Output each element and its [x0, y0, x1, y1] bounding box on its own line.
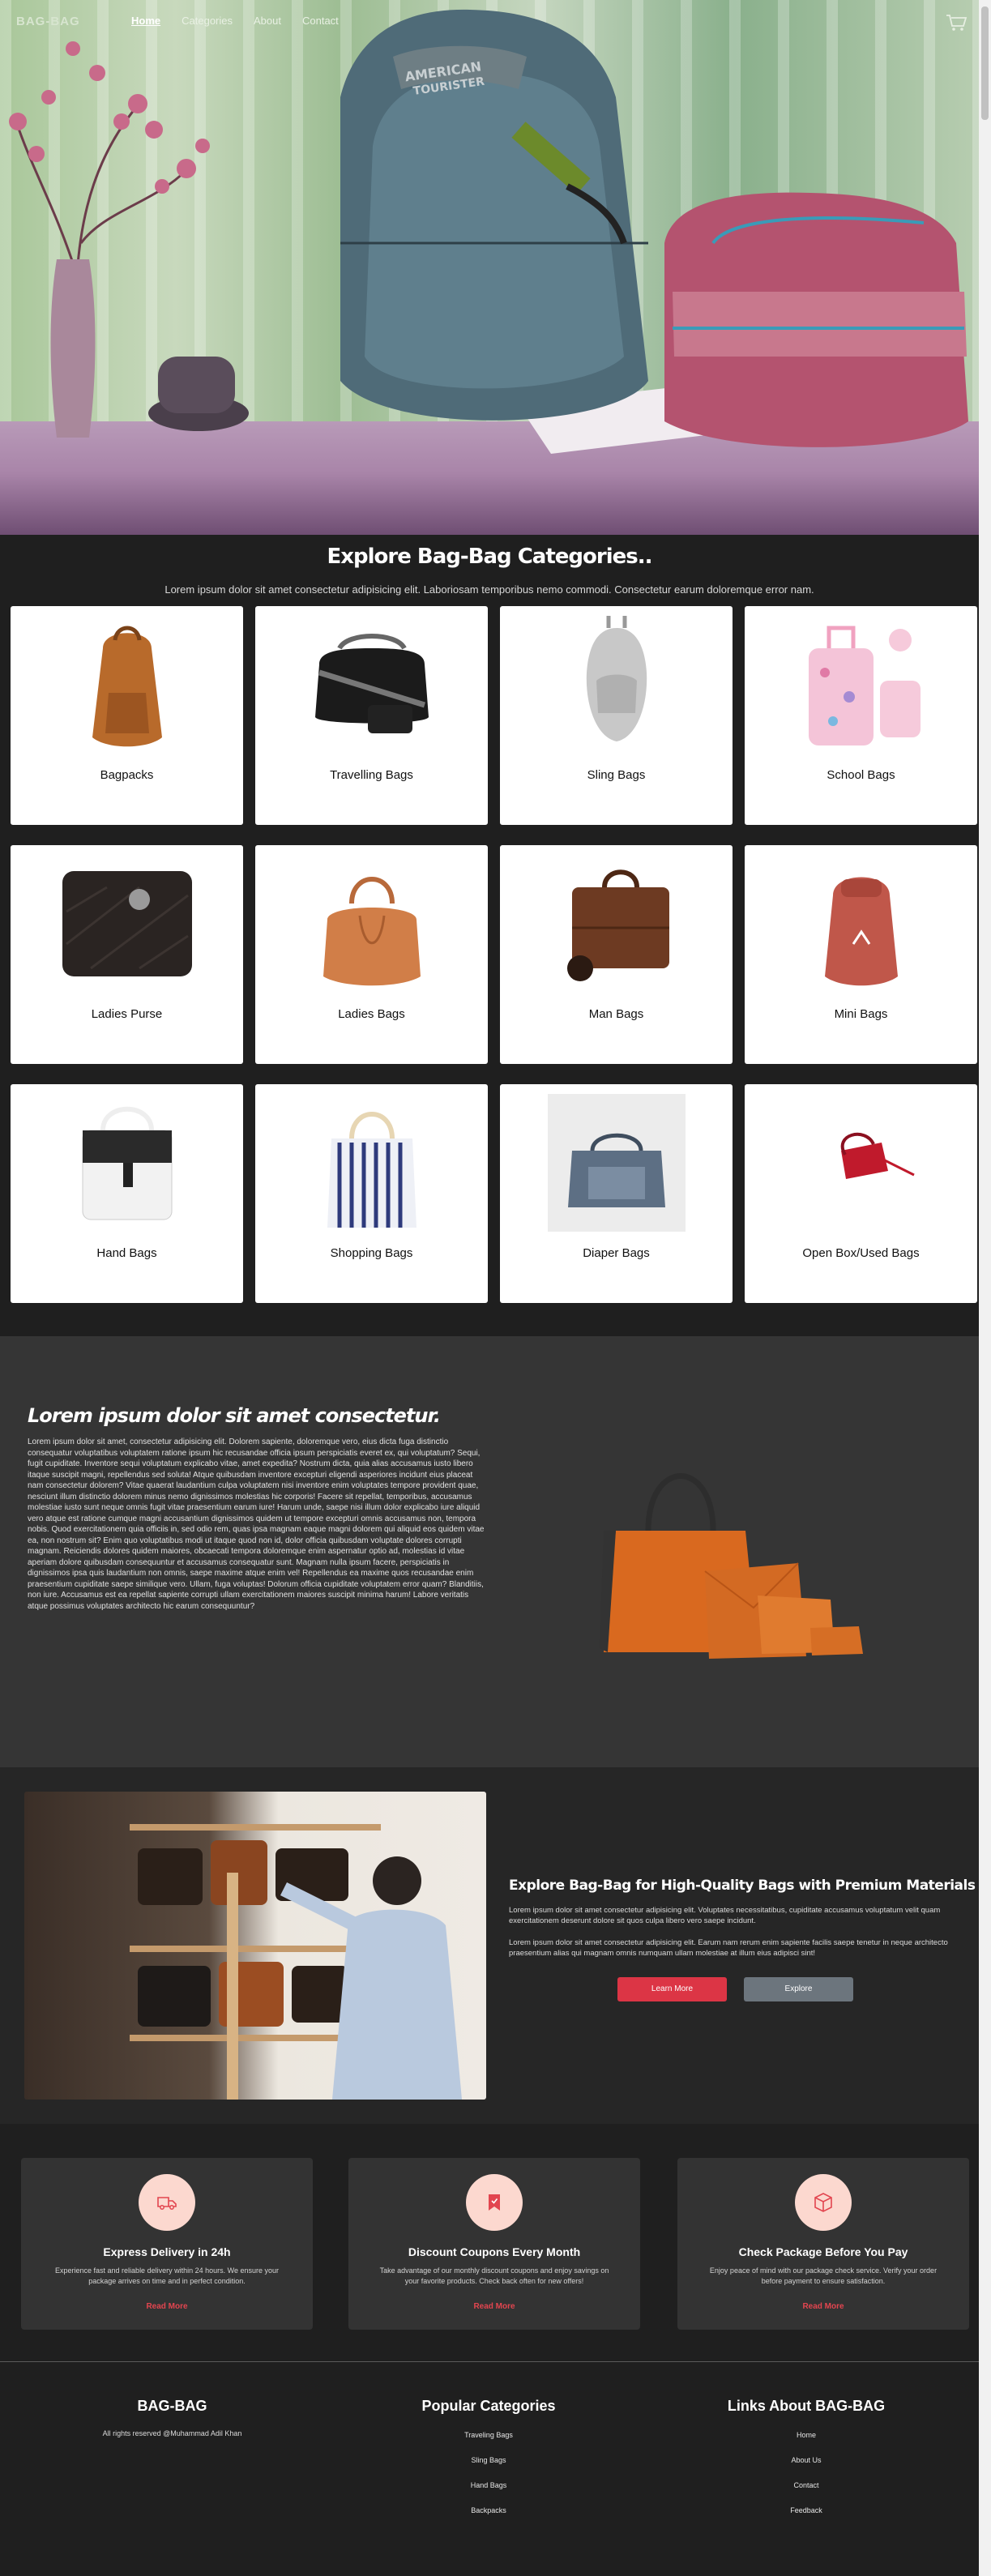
scrollbar-thumb[interactable]: [981, 6, 989, 120]
bagpack-image: [92, 626, 162, 747]
diaper-bag-image: [547, 1094, 686, 1232]
hero-image: AMERICAN TOURISTER: [9, 9, 968, 454]
categories-section: Explore Bag-Bag Categories.. Lorem ipsum…: [0, 535, 979, 1345]
orange-bag-set-image: [600, 1473, 863, 1659]
category-label: Man Bags: [588, 1007, 644, 1021]
feature-description: Experience fast and reliable delivery wi…: [55, 2266, 279, 2285]
category-card-bagpacks[interactable]: Bagpacks: [11, 606, 243, 825]
footer-links-column: Links About BAG-BAG Home About Us Contac…: [701, 2398, 912, 2530]
nav-link-contact[interactable]: Contact: [302, 15, 339, 27]
category-label: Mini Bags: [834, 1007, 888, 1021]
cart-icon[interactable]: [945, 11, 968, 34]
site-footer: BAG-BAG All rights reserved @Muhammad Ad…: [0, 2361, 979, 2576]
coupon-icon: [489, 2194, 500, 2211]
footer-links-heading: Links About BAG-BAG: [727, 2398, 886, 2414]
category-label: School Bags: [827, 768, 895, 782]
woman-with-bags-image: [130, 1824, 462, 2100]
category-card-man-bags[interactable]: Man Bags: [500, 845, 733, 1064]
category-card-ladies-bags[interactable]: Ladies Bags: [255, 845, 488, 1064]
top-navbar: BAG-BAG Home Categories About Contact: [0, 0, 979, 44]
footer-link-home[interactable]: Home: [701, 2429, 912, 2454]
ladies-bag-image: [323, 877, 421, 986]
school-bag-image: [808, 626, 921, 745]
premium-heading: Explore Bag-Bag for High-Quality Bags wi…: [509, 1878, 976, 1894]
nav-link-about[interactable]: About: [254, 15, 281, 27]
category-label: Sling Bags: [587, 768, 646, 782]
feature-card-check-package: Check Package Before You Pay Enjoy peace…: [677, 2158, 969, 2330]
promo-heading: Lorem ipsum dolor sit amet consectetur.: [28, 1404, 441, 1427]
footer-link-contact[interactable]: Contact: [701, 2480, 912, 2505]
category-label: Ladies Purse: [91, 1007, 163, 1021]
footer-popular-column: Popular Categories Traveling Bags Sling …: [383, 2398, 594, 2530]
category-label: Bagpacks: [100, 768, 154, 782]
feature-title: Express Delivery in 24h: [103, 2245, 231, 2258]
feature-description: Enjoy peace of mind with our package che…: [709, 2266, 938, 2285]
sling-bag-image: [586, 616, 647, 741]
hand-bag-image: [82, 1106, 172, 1220]
travelling-bag-image: [314, 634, 429, 733]
learn-more-button[interactable]: Learn More: [617, 1977, 727, 2001]
category-card-sling-bags[interactable]: Sling Bags: [500, 606, 733, 825]
premium-paragraph-1: Lorem ipsum dolor sit amet consectetur a…: [509, 1906, 941, 1925]
category-card-diaper-bags[interactable]: Diaper Bags: [500, 1084, 733, 1303]
hero-banner: AMERICAN TOURISTER BAG-BAG Home Categori…: [0, 0, 979, 535]
category-label: Hand Bags: [96, 1246, 157, 1260]
used-bag-image: [840, 1132, 915, 1179]
feature-description: Take advantage of our monthly discount c…: [379, 2266, 609, 2285]
premium-section: Explore Bag-Bag for High-Quality Bags wi…: [0, 1767, 979, 2124]
category-card-open-box-used-bags[interactable]: Open Box/Used Bags: [745, 1084, 977, 1303]
shopping-bag-image: [327, 1112, 416, 1228]
features-section: Express Delivery in 24h Experience fast …: [0, 2124, 979, 2361]
brand-logo[interactable]: BAG-BAG: [16, 15, 80, 28]
feature-card-delivery: Express Delivery in 24h Experience fast …: [21, 2158, 313, 2330]
nav-link-home[interactable]: Home: [131, 15, 160, 27]
category-card-shopping-bags[interactable]: Shopping Bags: [255, 1084, 488, 1303]
ladies-purse-image: [62, 871, 192, 976]
footer-popular-heading: Popular Categories: [421, 2398, 556, 2414]
categories-subtitle: Lorem ipsum dolor sit amet consectetur a…: [164, 583, 814, 596]
footer-link-sling-bags[interactable]: Sling Bags: [383, 2454, 594, 2480]
feature-icon-circle: [139, 2174, 195, 2231]
feature-read-more-link[interactable]: Read More: [348, 2302, 640, 2311]
feature-read-more-link[interactable]: Read More: [677, 2302, 969, 2311]
footer-link-traveling-bags[interactable]: Traveling Bags: [383, 2429, 594, 2454]
footer-link-about-us[interactable]: About Us: [701, 2454, 912, 2480]
footer-brand: BAG-BAG: [137, 2398, 207, 2414]
category-card-ladies-purse[interactable]: Ladies Purse: [11, 845, 243, 1064]
shop-photo: [24, 1792, 486, 2100]
feature-title: Discount Coupons Every Month: [408, 2245, 581, 2258]
truck-icon: [157, 2197, 177, 2210]
footer-link-feedback[interactable]: Feedback: [701, 2505, 912, 2530]
footer-link-backpacks[interactable]: Backpacks: [383, 2505, 594, 2530]
nav-links: Home Categories About Contact: [131, 15, 339, 27]
category-label: Shopping Bags: [330, 1246, 413, 1260]
category-label: Ladies Bags: [338, 1007, 405, 1021]
premium-paragraph-2: Lorem ipsum dolor sit amet consectetur a…: [509, 1938, 948, 1958]
category-card-school-bags[interactable]: School Bags: [745, 606, 977, 825]
footer-brand-column: BAG-BAG All rights reserved @Muhammad Ad…: [69, 2398, 276, 2437]
feature-read-more-link[interactable]: Read More: [21, 2302, 313, 2311]
explore-button[interactable]: Explore: [744, 1977, 853, 2001]
box-icon: [814, 2193, 832, 2212]
category-card-hand-bags[interactable]: Hand Bags: [11, 1084, 243, 1303]
feature-icon-circle: [795, 2174, 852, 2231]
footer-rights: All rights reserved @Muhammad Adil Khan: [102, 2429, 242, 2437]
lorem-promo-section: Lorem ipsum dolor sit amet consectetur. …: [0, 1336, 979, 1767]
category-card-mini-bags[interactable]: Mini Bags: [745, 845, 977, 1064]
man-bag-image: [566, 869, 669, 981]
feature-card-coupons: Discount Coupons Every Month Take advant…: [348, 2158, 640, 2330]
category-card-travelling-bags[interactable]: Travelling Bags: [255, 606, 488, 825]
category-label: Open Box/Used Bags: [802, 1246, 920, 1260]
category-label: Diaper Bags: [583, 1246, 650, 1260]
page-scrollbar[interactable]: [979, 0, 991, 2576]
feature-title: Check Package Before You Pay: [738, 2245, 908, 2258]
categories-title: Explore Bag-Bag Categories..: [327, 545, 653, 569]
category-label: Travelling Bags: [330, 768, 413, 782]
mini-bag-image: [824, 877, 898, 986]
promo-body: Lorem ipsum dolor sit amet, consectetur …: [28, 1438, 485, 1611]
nav-link-categories[interactable]: Categories: [182, 15, 233, 27]
footer-link-hand-bags[interactable]: Hand Bags: [383, 2480, 594, 2505]
feature-icon-circle: [466, 2174, 523, 2231]
